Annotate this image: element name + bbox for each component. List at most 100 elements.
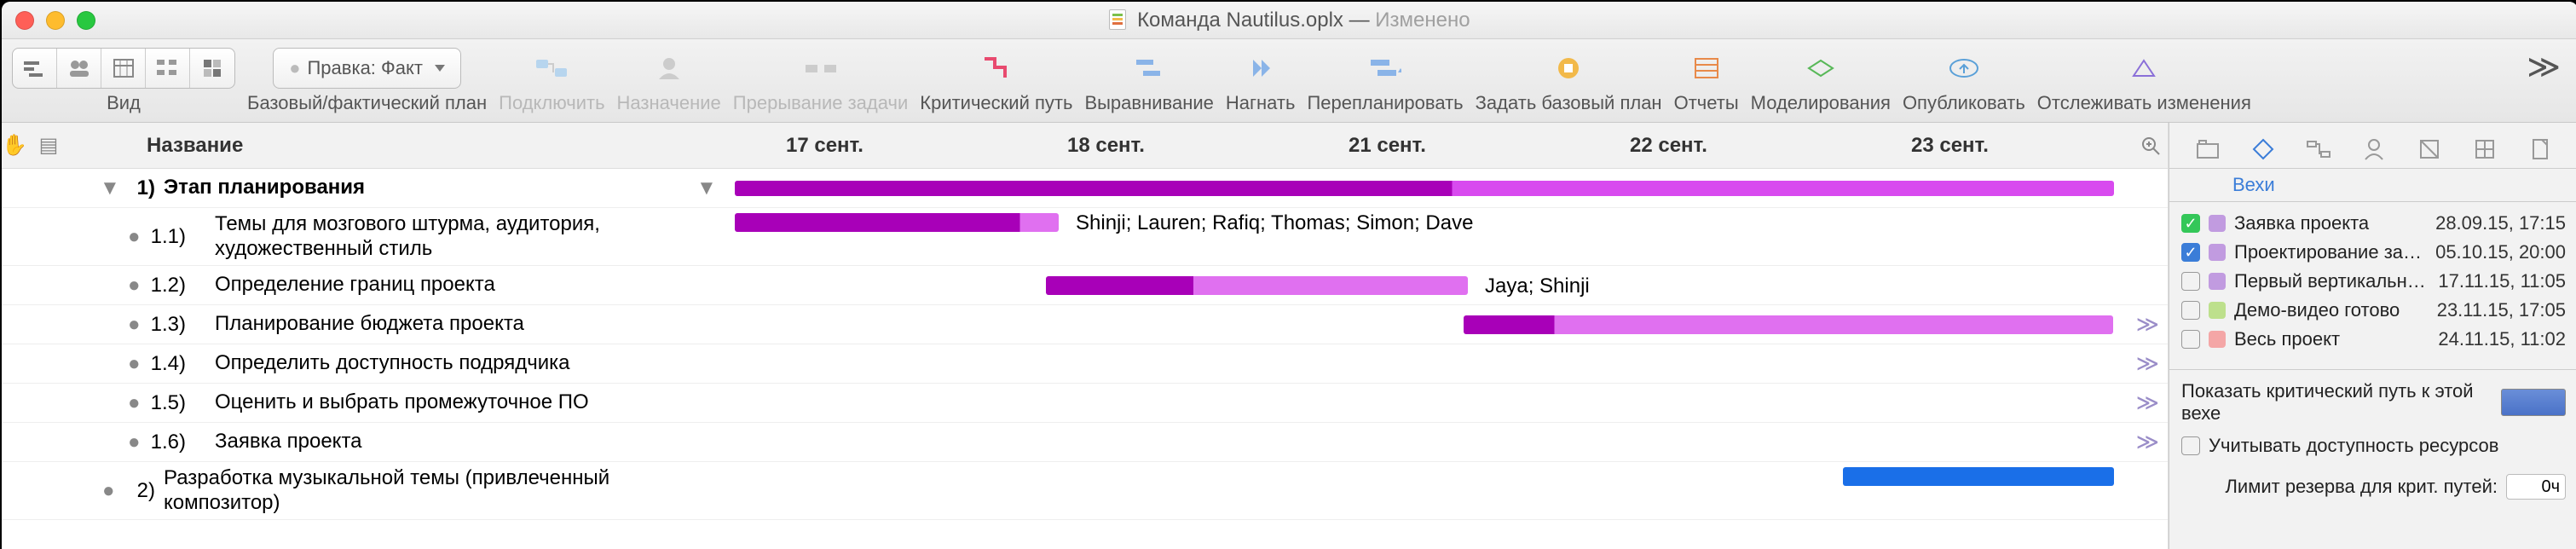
view-calendar-icon[interactable] — [101, 49, 146, 88]
milestone-row[interactable]: Первый вертикальный сре…17.11.15, 11:05 — [2181, 267, 2566, 296]
columns-header: ✋ ▤ Название 17 сент. 18 сент. 21 сент. … — [2, 123, 2168, 169]
view-resources-icon[interactable] — [57, 49, 101, 88]
slack-input[interactable] — [2506, 474, 2566, 500]
gantt-grid[interactable]: ▼ 1) Этап планирования ▼ ● 1.1) Темы для… — [2, 169, 2168, 549]
view-network-icon[interactable] — [146, 49, 190, 88]
date-header: 21 сент. — [1349, 134, 1426, 158]
assign-label: Назначение — [617, 92, 721, 114]
tab-attachments-icon[interactable] — [2521, 130, 2559, 168]
reports-icon[interactable] — [1681, 48, 1732, 89]
milestone-row[interactable]: ✓Проектирование завершено05.10.15, 20:00 — [2181, 238, 2566, 267]
reschedule-label: Перепланировать — [1307, 92, 1463, 114]
task-title: Оценить и выбрать промежуточное ПО — [215, 390, 589, 415]
zoom-icon[interactable] — [2140, 136, 2161, 156]
task-number: 1.6) — [135, 431, 186, 454]
view-label: Вид — [107, 92, 141, 114]
tab-custom-icon[interactable] — [2466, 130, 2504, 168]
checkbox-icon[interactable]: ✓ — [2181, 243, 2200, 262]
flag-column-icon[interactable]: ✋ — [2, 133, 27, 158]
tab-project-icon[interactable] — [2189, 130, 2227, 168]
milestone-date: 28.09.15, 17:15 — [2435, 212, 2566, 234]
catchup-icon[interactable] — [1235, 48, 1286, 89]
checkbox-icon[interactable] — [2181, 272, 2200, 291]
task-row[interactable]: ● 2) Разработка музыкальной темы (привле… — [2, 462, 2168, 520]
toolbar-overflow-icon[interactable]: ≫ — [2527, 48, 2567, 86]
critical-path-row: Показать критический путь к этой вехе — [2169, 375, 2576, 430]
name-column-header[interactable]: Название — [147, 134, 243, 158]
milestone-label: Весь проект — [2234, 328, 2429, 350]
date-header: 17 сент. — [786, 134, 863, 158]
milestone-list: ✓Заявка проекта28.09.15, 17:15 ✓Проектир… — [2169, 202, 2576, 364]
split-icon[interactable] — [795, 48, 846, 89]
sim-label: Моделирования — [1751, 92, 1891, 114]
publish-icon[interactable] — [1938, 48, 1990, 89]
continues-right-icon: ≫ — [2136, 429, 2159, 455]
view-styles-icon[interactable] — [190, 49, 234, 88]
task-row[interactable]: ● 1.1) Темы для мозгового штурма, аудито… — [2, 208, 2168, 266]
tab-milestones-icon[interactable] — [2244, 130, 2282, 168]
task-title: Планирование бюджета проекта — [215, 312, 524, 337]
continues-right-icon: ≫ — [2136, 390, 2159, 416]
baseline-select[interactable]: ● Правка: Факт — [273, 48, 461, 89]
connect-icon[interactable] — [526, 48, 577, 89]
sim-icon[interactable] — [1795, 48, 1846, 89]
task-number: 1.5) — [135, 391, 186, 415]
close-icon[interactable] — [15, 11, 34, 30]
critical-label: Критический путь — [920, 92, 1072, 114]
note-column-icon[interactable]: ▤ — [36, 133, 61, 158]
color-chip — [2209, 302, 2226, 319]
row-disclosure-icon[interactable]: ▼ — [696, 176, 717, 200]
checkbox-icon[interactable] — [2181, 301, 2200, 320]
set-baseline-label: Задать базовый план — [1476, 92, 1662, 114]
task-row[interactable]: ● 1.4) Определить доступность подрядчика… — [2, 344, 2168, 384]
assign-icon[interactable] — [644, 48, 695, 89]
task-row[interactable]: ● 1.5) Оценить и выбрать промежуточное П… — [2, 384, 2168, 423]
level-icon[interactable] — [1123, 48, 1175, 89]
critical-path-label: Показать критический путь к этой вехе — [2181, 380, 2492, 425]
view-gantt-icon[interactable] — [13, 49, 57, 88]
gantt-bar[interactable] — [1046, 276, 1468, 295]
date-header: 18 сент. — [1067, 134, 1145, 158]
tab-dependencies-icon[interactable] — [2300, 130, 2337, 168]
date-header: 23 сент. — [1911, 134, 1989, 158]
tab-resources-icon[interactable] — [2355, 130, 2393, 168]
checkbox-icon[interactable] — [2181, 436, 2200, 455]
checkbox-icon[interactable] — [2181, 330, 2200, 349]
color-chip — [2209, 244, 2226, 261]
titlebar: Команда Nautilus.oplx — Изменено — [2, 2, 2576, 39]
track-label: Отслеживать изменения — [2037, 92, 2251, 114]
document-icon — [1109, 9, 1126, 30]
track-icon[interactable] — [2118, 48, 2169, 89]
milestone-row[interactable]: Весь проект24.11.15, 11:02 — [2181, 325, 2566, 354]
level-label: Выравнивание — [1084, 92, 1213, 114]
milestone-row[interactable]: ✓Заявка проекта28.09.15, 17:15 — [2181, 209, 2566, 238]
zoom-icon[interactable] — [77, 11, 95, 30]
task-number: 1.1) — [135, 225, 186, 249]
reschedule-icon[interactable] — [1360, 48, 1411, 89]
view-segment[interactable] — [12, 48, 235, 89]
milestone-date: 05.10.15, 20:00 — [2435, 241, 2566, 263]
gantt-bar[interactable] — [735, 213, 1059, 232]
task-title: Заявка проекта — [215, 430, 362, 454]
set-baseline-icon[interactable] — [1543, 48, 1594, 89]
milestone-date: 23.11.15, 17:05 — [2437, 299, 2566, 321]
task-row[interactable]: ● 1.6) Заявка проекта ≫ — [2, 423, 2168, 462]
gantt-bar[interactable] — [1464, 315, 2113, 334]
toolbar: Вид ● Правка: Факт Базовый/фактический п… — [2, 39, 2576, 123]
window-title: Команда Nautilus.oplx — Изменено — [2, 9, 2576, 32]
task-row[interactable]: ▼ 1) Этап планирования ▼ — [2, 169, 2168, 208]
critical-path-icon[interactable] — [971, 48, 1022, 89]
gantt-bar[interactable] — [1843, 467, 2114, 486]
task-row[interactable]: ● 1.3) Планирование бюджета проекта ≫ — [2, 305, 2168, 344]
inspector-panel: Вехи ✓Заявка проекта28.09.15, 17:15 ✓Про… — [2169, 123, 2576, 549]
minimize-icon[interactable] — [46, 11, 65, 30]
task-row[interactable]: ● 1.2) Определение границ проекта Jaya; … — [2, 266, 2168, 305]
inspector-tabs — [2169, 123, 2576, 169]
milestone-row[interactable]: Демо-видео готово23.11.15, 17:05 — [2181, 296, 2566, 325]
color-well[interactable] — [2501, 389, 2566, 416]
tab-styles-icon[interactable] — [2411, 130, 2448, 168]
gantt-bar[interactable] — [735, 181, 2114, 196]
task-number: 1.2) — [135, 274, 186, 298]
checkbox-icon[interactable]: ✓ — [2181, 214, 2200, 233]
task-title: Определение границ проекта — [215, 273, 495, 298]
